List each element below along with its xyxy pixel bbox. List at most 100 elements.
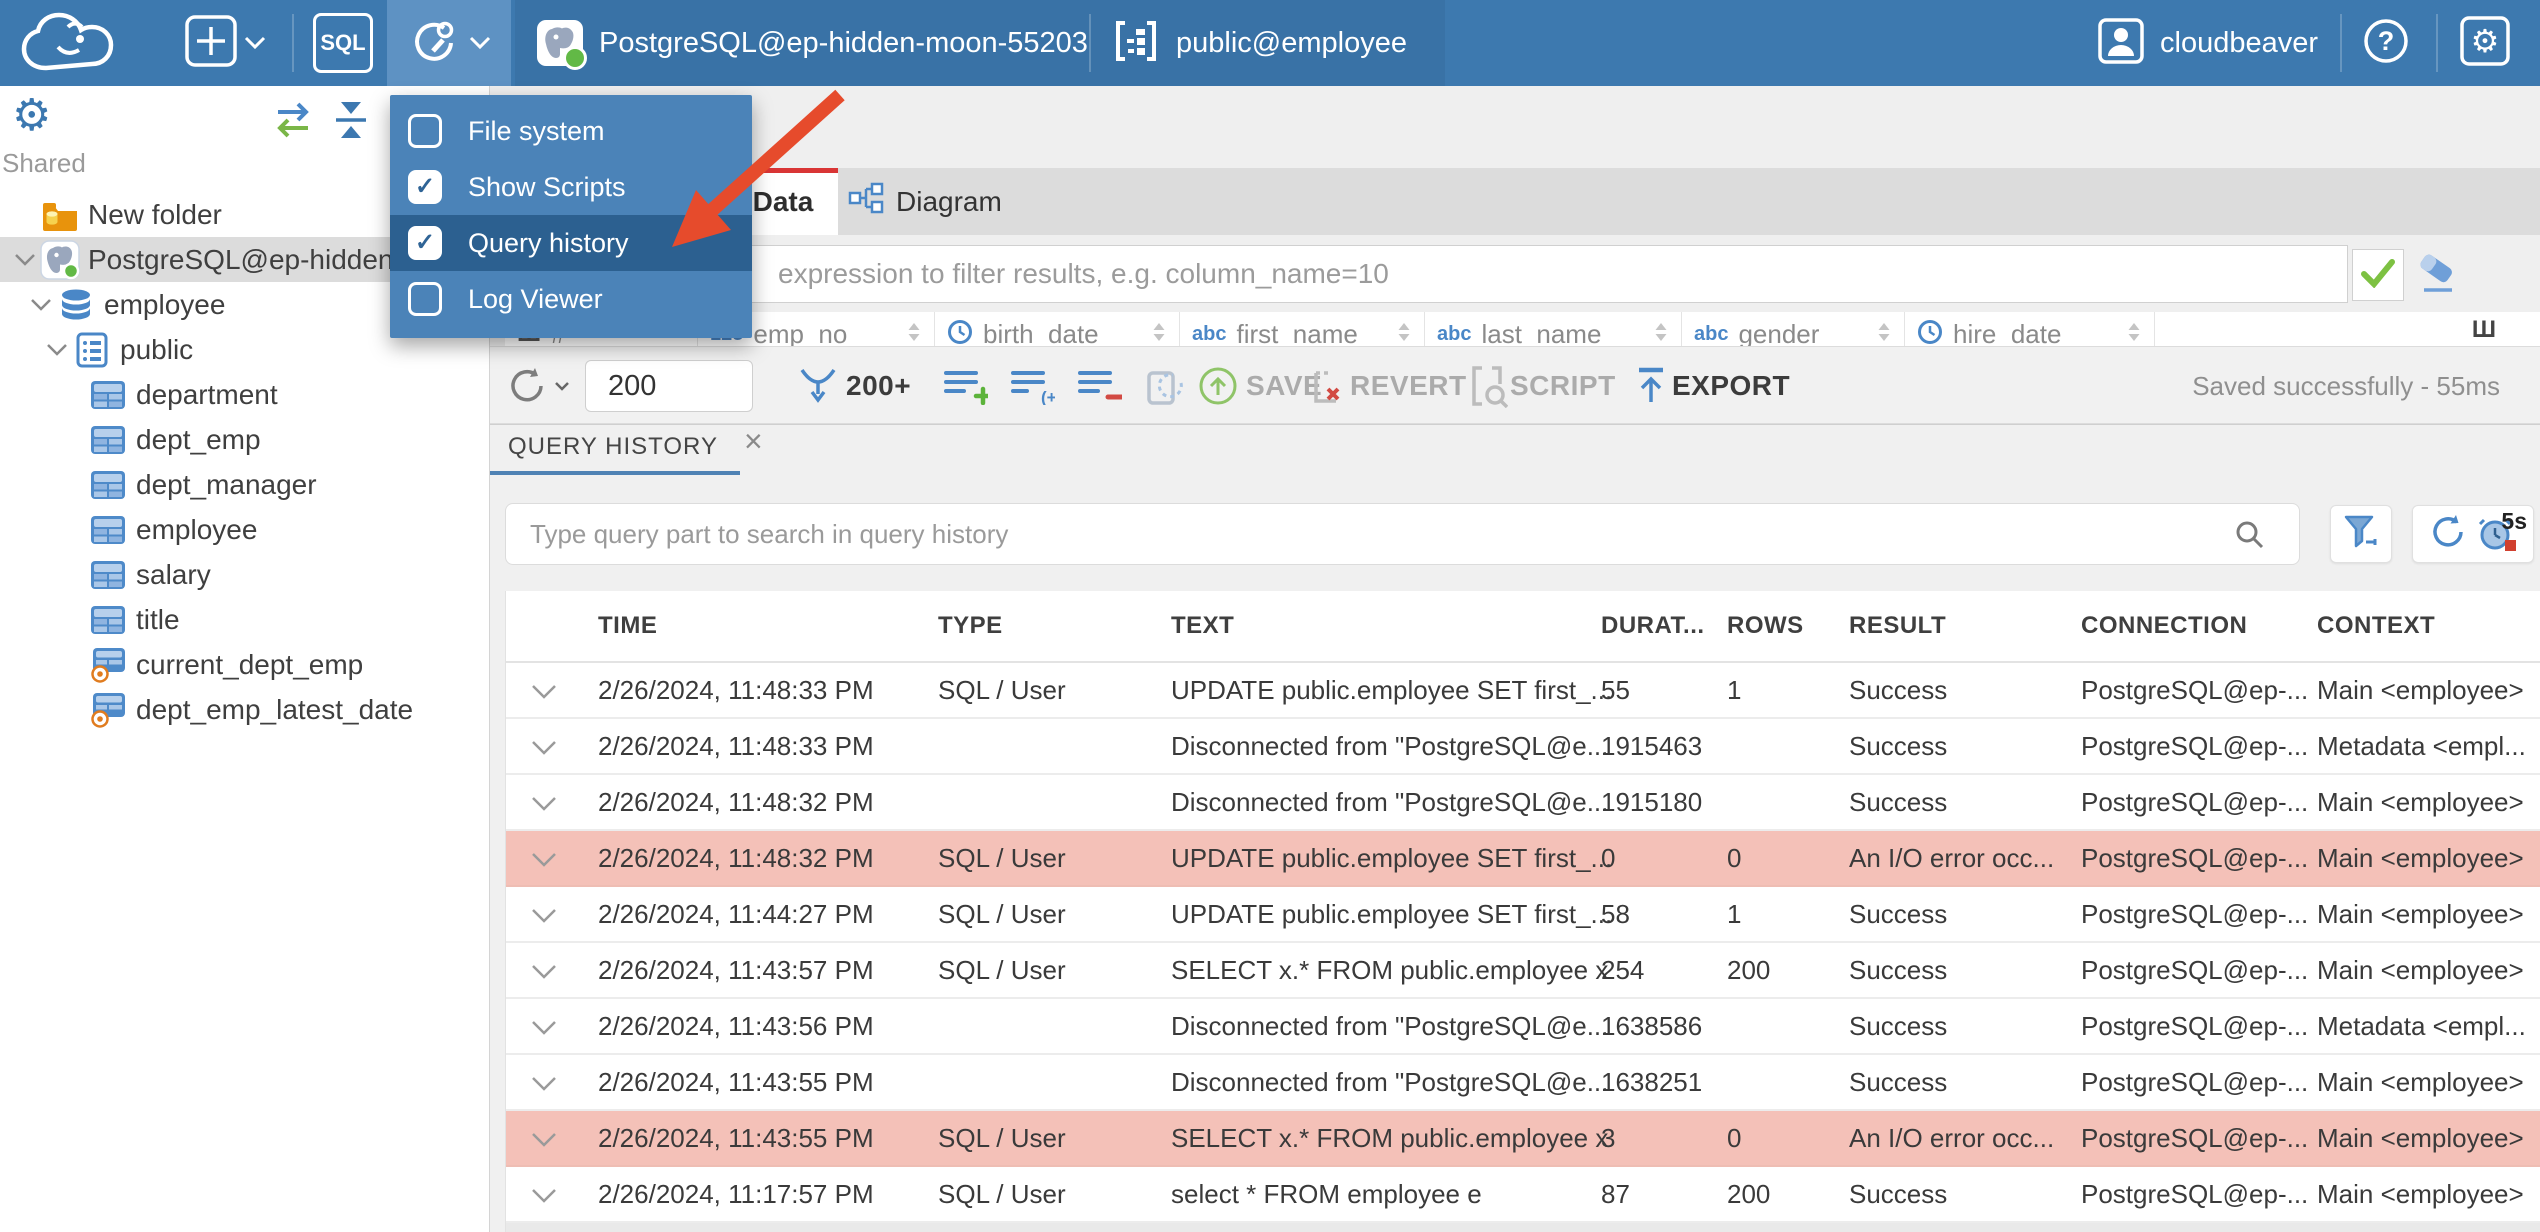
expand-chevron-icon[interactable] (531, 852, 557, 872)
grid-settings-icon[interactable]: Ш (2472, 316, 2496, 344)
new-connection-button[interactable] (184, 0, 266, 86)
sync-connection-icon[interactable] (270, 100, 316, 145)
expand-chevron-icon[interactable] (531, 908, 557, 928)
history-row[interactable]: 2/26/2024, 11:48:32 PM SQL / User UPDATE p… (506, 831, 2540, 887)
history-column-context[interactable]: CONTEXT (2317, 591, 2435, 661)
menu-item-log-viewer[interactable]: Log Viewer (390, 271, 752, 327)
refresh-button[interactable] (505, 347, 549, 425)
sort-icon[interactable] (1396, 321, 1412, 347)
menu-item-show-scripts[interactable]: ✓ Show Scripts (390, 159, 752, 215)
expand-chevron-icon[interactable] (531, 964, 557, 984)
auto-refresh-button[interactable] (1143, 347, 1187, 425)
connection-status-dot (563, 46, 587, 70)
tree-item-dept-manager[interactable]: dept_manager (0, 462, 489, 507)
script-icon[interactable] (1466, 347, 1508, 425)
expand-chevron-icon[interactable] (531, 1132, 557, 1152)
sort-icon[interactable] (1151, 321, 1167, 347)
history-row[interactable]: 2/26/2024, 11:17:57 PM SQL / User select *… (506, 1167, 2540, 1223)
clear-filter-button[interactable] (2414, 253, 2460, 300)
row-limit-input[interactable] (585, 360, 753, 412)
cloudbeaver-logo-icon[interactable] (18, 0, 130, 86)
checked-checkbox[interactable]: ✓ (408, 170, 442, 204)
history-column-connection[interactable]: CONNECTION (2081, 591, 2247, 661)
apply-filter-button[interactable] (2352, 249, 2404, 301)
tree-item-dept-emp-latest-date[interactable]: dept_emp_latest_date (0, 687, 489, 732)
tree-item-dept-emp[interactable]: dept_emp (0, 417, 489, 462)
menu-item-file-system[interactable]: File system (390, 103, 752, 159)
grid-column-first_name[interactable]: abc first_name (1180, 312, 1425, 346)
history-filter-button[interactable] (2330, 505, 2392, 563)
active-connection[interactable]: PostgreSQL@ep-hidden-moon-55203 (537, 0, 1088, 86)
history-column-duration[interactable]: DURAT... (1601, 591, 1705, 661)
grid-column-last_name[interactable]: abc last_name (1425, 312, 1682, 346)
expand-chevron-icon[interactable] (531, 684, 557, 704)
tree-item-salary[interactable]: salary (0, 552, 489, 597)
export-icon[interactable] (1632, 347, 1670, 425)
tree-item-employee[interactable]: employee (0, 507, 489, 552)
collapse-all-icon[interactable] (330, 100, 372, 145)
tools-menu-button[interactable] (387, 0, 511, 86)
expand-chevron-icon[interactable] (531, 1188, 557, 1208)
tree-item-label: dept_emp (136, 423, 261, 455)
chevron-down-icon[interactable] (26, 298, 56, 311)
sort-icon[interactable] (906, 321, 922, 347)
history-column-result[interactable]: RESULT (1849, 591, 1946, 661)
unchecked-checkbox[interactable] (408, 282, 442, 316)
history-search-input[interactable] (505, 503, 2300, 565)
history-column-rows[interactable]: ROWS (1727, 591, 1804, 661)
filter-expression-input[interactable] (505, 245, 2348, 303)
sort-icon[interactable] (1876, 321, 1892, 347)
tree-item-current-dept-emp[interactable]: current_dept_emp (0, 642, 489, 687)
schema-context-selector[interactable]: public@employee (1112, 0, 1407, 86)
expand-chevron-icon[interactable] (531, 740, 557, 760)
history-column-text[interactable]: TEXT (1171, 591, 1234, 661)
revert-icon[interactable] (1306, 347, 1348, 425)
history-cell-context: Main <employee> (2317, 787, 2524, 817)
sidebar-settings-gear-icon[interactable]: ⚙ (12, 92, 51, 140)
checked-checkbox[interactable]: ✓ (408, 226, 442, 260)
expand-chevron-icon[interactable] (531, 796, 557, 816)
grid-column-hire_date[interactable]: hire_date (1905, 312, 2155, 346)
add-row-button[interactable] (942, 347, 988, 425)
delete-row-button[interactable] (1076, 347, 1122, 425)
tree-item-title[interactable]: title (0, 597, 489, 642)
script-button[interactable]: SCRIPT (1510, 347, 1616, 425)
history-row[interactable]: 2/26/2024, 11:43:55 PM SQL / User SELECT x… (506, 1111, 2540, 1167)
sort-icon[interactable] (1653, 321, 1669, 347)
sql-editor-button[interactable]: SQL (313, 0, 373, 86)
history-row[interactable]: 2/26/2024, 11:44:27 PM SQL / User UPDATE p… (506, 887, 2540, 943)
fetch-more-label[interactable]: 200+ (846, 347, 911, 425)
history-row[interactable]: 2/26/2024, 11:48:32 PM Disconnected from … (506, 775, 2540, 831)
chevron-down-icon[interactable] (42, 343, 72, 356)
history-row[interactable]: 2/26/2024, 11:43:56 PM Disconnected from … (506, 999, 2540, 1055)
close-icon[interactable]: × (744, 425, 763, 457)
history-row[interactable]: 2/26/2024, 11:48:33 PM Disconnected from … (506, 719, 2540, 775)
unchecked-checkbox[interactable] (408, 114, 442, 148)
grid-column-gender[interactable]: abc gender (1682, 312, 1905, 346)
menu-item-query-history[interactable]: ✓ Query history (390, 215, 752, 271)
grid-column-birth_date[interactable]: birth_date (935, 312, 1180, 346)
grid-column-label: first_name (1236, 318, 1358, 347)
export-button[interactable]: EXPORT (1672, 347, 1790, 425)
history-refresh-controls[interactable]: 5s (2412, 505, 2534, 563)
tab-diagram[interactable]: Diagram (838, 168, 1038, 235)
fetch-more-icon[interactable] (796, 347, 840, 425)
history-row[interactable]: 2/26/2024, 11:48:33 PM SQL / User UPDATE p… (506, 663, 2540, 719)
history-row[interactable]: 2/26/2024, 11:43:57 PM SQL / User SELECT x… (506, 943, 2540, 999)
tree-item-department[interactable]: department (0, 372, 489, 417)
history-column-time[interactable]: TIME (598, 591, 657, 661)
refresh-options-chevron-icon[interactable] (554, 347, 570, 425)
history-row[interactable]: 2/26/2024, 11:43:55 PM Disconnected from … (506, 1055, 2540, 1111)
revert-button[interactable]: REVERT (1350, 347, 1467, 425)
sort-icon[interactable] (2126, 321, 2142, 347)
save-icon[interactable] (1197, 347, 1239, 425)
expand-chevron-icon[interactable] (531, 1076, 557, 1096)
help-button[interactable]: ? (2361, 0, 2411, 86)
duplicate-row-button[interactable]: (+) (1009, 347, 1055, 425)
user-menu[interactable]: cloudbeaver (2098, 0, 2318, 86)
settings-button[interactable]: ⚙ (2459, 0, 2511, 86)
chevron-down-icon[interactable] (10, 253, 40, 266)
history-column-type[interactable]: TYPE (938, 591, 1003, 661)
query-history-tab[interactable]: QUERY HISTORY × (508, 425, 763, 461)
expand-chevron-icon[interactable] (531, 1020, 557, 1040)
